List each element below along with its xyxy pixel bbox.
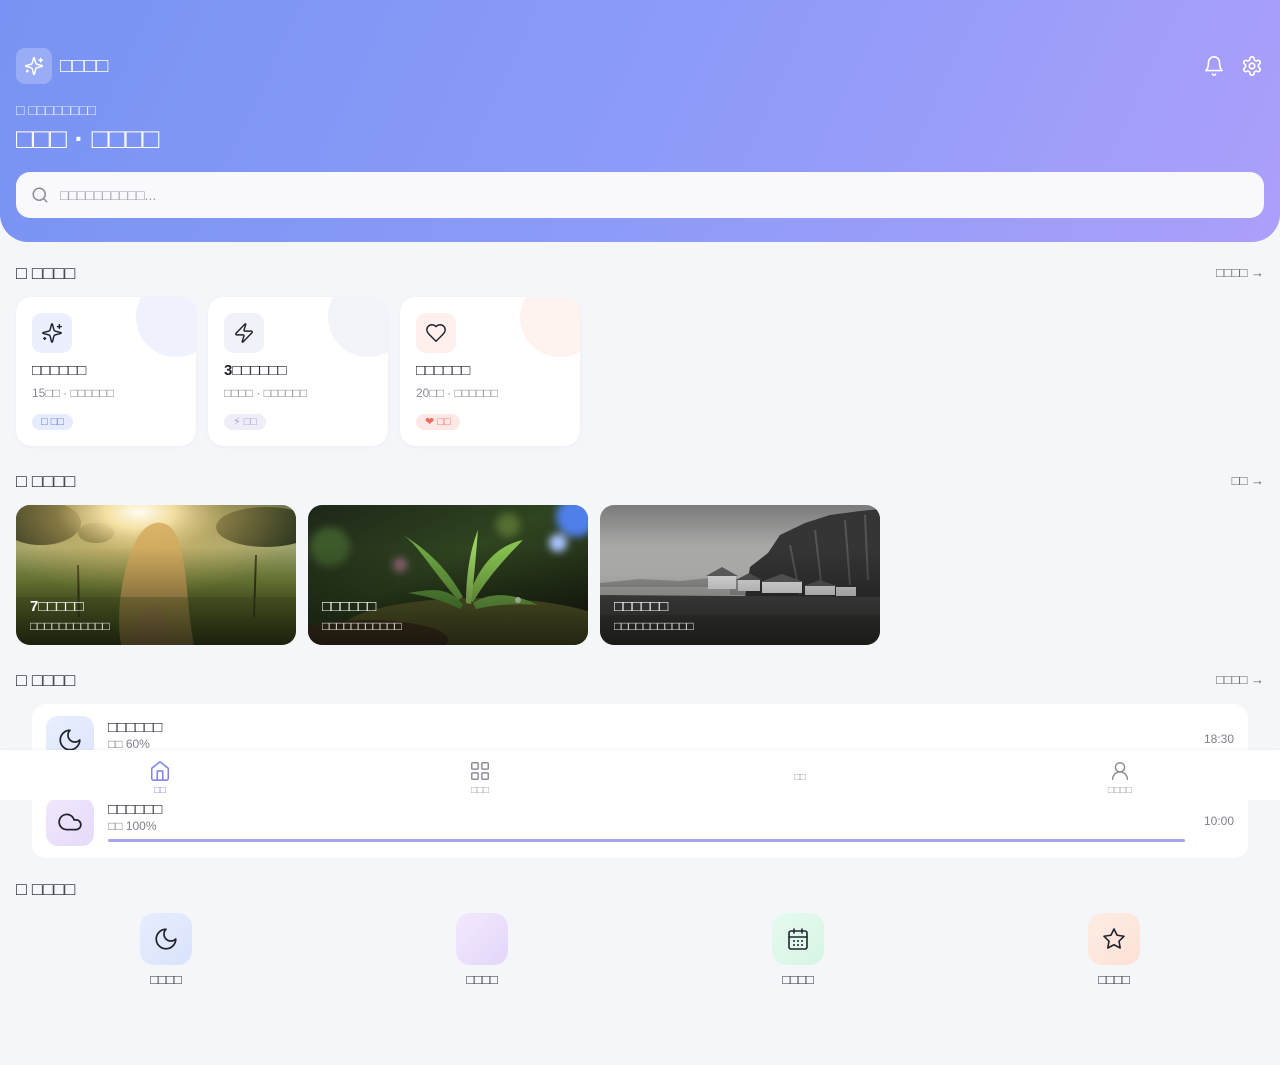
see-all-featured-link[interactable]: □□□□ → xyxy=(1216,265,1264,281)
see-all-history-link[interactable]: □□□□ → xyxy=(1216,672,1264,688)
card-title: 3□□□□□□ xyxy=(224,362,287,379)
card-badge: ❤ □□ xyxy=(416,414,460,430)
search-input[interactable] xyxy=(60,172,1240,218)
gear-icon[interactable] xyxy=(1241,55,1263,77)
app-logo[interactable] xyxy=(16,48,52,84)
sparkles-icon xyxy=(42,323,62,343)
more-gallery-link[interactable]: □□ → xyxy=(1232,473,1264,489)
card-badge: ⚡ □□ xyxy=(224,414,267,430)
card-subtitle: 20□□ · □□□□□□ xyxy=(416,386,498,400)
heart-icon xyxy=(426,324,446,342)
section-title-history: □ □□□□ xyxy=(16,670,76,690)
feature-card[interactable]: 3□□□□□□ □□□□ · □□□□□□ ⚡ □□ xyxy=(208,297,388,446)
gallery-card[interactable]: □□□□□□ □□□□□□□□□□□ xyxy=(308,505,588,645)
nav-label: □□ xyxy=(793,772,807,783)
nav-item-profile[interactable]: □□□□ xyxy=(960,750,1280,800)
list-item-status: □□ 100% xyxy=(108,819,157,833)
list-item-title: □□□□□□ xyxy=(108,719,163,736)
card-subtitle: □□□□ · □□□□□□ xyxy=(224,386,308,400)
search-icon xyxy=(32,187,48,203)
nav-label: □□□ xyxy=(470,785,490,796)
nav-item-center[interactable]: □□ xyxy=(640,750,960,800)
app-name: □□□□ xyxy=(60,55,109,77)
card-icon-tile xyxy=(32,313,72,353)
feature-card[interactable]: □□□□□□ 20□□ · □□□□□□ ❤ □□ xyxy=(400,297,580,446)
gallery-title: 7□□□□□ xyxy=(30,598,84,615)
quick-action-label: □□□□ xyxy=(782,972,814,987)
bell-icon[interactable] xyxy=(1203,55,1225,77)
greeting-text: □ □□□□□□□□ xyxy=(16,102,96,118)
nav-item-grid[interactable]: □□□ xyxy=(320,750,640,800)
star-icon xyxy=(1103,928,1125,949)
nav-label: □□□□ xyxy=(1107,785,1133,796)
calendar-icon xyxy=(788,928,808,950)
list-item-status: □□ 60% xyxy=(108,737,150,751)
gallery-subtitle: □□□□□□□□□□□ xyxy=(30,619,110,633)
card-decoration xyxy=(328,297,388,357)
search-bar[interactable] xyxy=(16,172,1264,218)
lightning-icon xyxy=(235,323,253,343)
moon-icon xyxy=(155,928,177,950)
page-title: □□□ · □□□□ xyxy=(16,123,160,154)
quick-action-4[interactable]: □□□□ xyxy=(964,913,1264,993)
list-item-time: 18:30 xyxy=(1203,732,1234,746)
user-icon xyxy=(1111,762,1129,780)
card-icon-tile xyxy=(224,313,264,353)
bottom-nav: □□ □□□ □□ □□□□ xyxy=(0,750,1280,800)
quick-action-tile xyxy=(456,913,508,965)
gallery-title: □□□□□□ xyxy=(614,598,669,615)
section-title-gallery: □ □□□□ xyxy=(16,471,76,491)
list-item-time: 10:00 xyxy=(1203,814,1234,828)
gallery-card[interactable]: □□□□□□ □□□□□□□□□□□ xyxy=(600,505,880,645)
grid-icon xyxy=(471,762,489,780)
gallery-card[interactable]: 7□□□□□ □□□□□□□□□□□ xyxy=(16,505,296,645)
list-item-icon-tile xyxy=(46,798,94,846)
section-title-featured: □ □□□□ xyxy=(16,263,76,283)
quick-action-2[interactable]: □□□□ xyxy=(332,913,632,993)
progress-fill xyxy=(108,839,1185,842)
gallery-subtitle: □□□□□□□□□□□ xyxy=(322,619,402,633)
cloud-icon xyxy=(58,813,82,831)
feature-card[interactable]: □□□□□□ 15□□ · □□□□□□ □ □□ xyxy=(16,297,196,446)
card-icon-tile xyxy=(416,313,456,353)
quick-action-label: □□□□ xyxy=(1098,972,1130,987)
progress-track xyxy=(108,839,1185,842)
quick-action-tile xyxy=(140,913,192,965)
card-subtitle: 15□□ · □□□□□□ xyxy=(32,386,114,400)
gallery-title: □□□□□□ xyxy=(322,598,377,615)
quick-action-3[interactable]: □□□□ xyxy=(648,913,948,993)
card-decoration xyxy=(136,297,196,357)
sparkles-icon xyxy=(24,56,44,76)
gallery-subtitle: □□□□□□□□□□□ xyxy=(614,619,694,633)
list-item-title: □□□□□□ xyxy=(108,801,163,818)
quick-action-tile xyxy=(1088,913,1140,965)
quick-action-tile xyxy=(772,913,824,965)
header-banner: □□□□ □ □□□□□□□□ □□□ · □□□□ xyxy=(0,0,1280,242)
quick-action-1[interactable]: □□□□ xyxy=(16,913,316,993)
card-title: □□□□□□ xyxy=(32,362,87,379)
card-title: □□□□□□ xyxy=(416,362,471,379)
nav-item-home[interactable]: □□ xyxy=(0,750,320,800)
nav-label: □□ xyxy=(153,785,167,796)
card-decoration xyxy=(520,297,580,357)
section-title-quick: □ □□□□ xyxy=(16,879,76,899)
quick-action-label: □□□□ xyxy=(466,972,498,987)
quick-action-label: □□□□ xyxy=(150,972,182,987)
card-badge: □ □□ xyxy=(32,414,73,430)
home-icon xyxy=(151,761,169,781)
